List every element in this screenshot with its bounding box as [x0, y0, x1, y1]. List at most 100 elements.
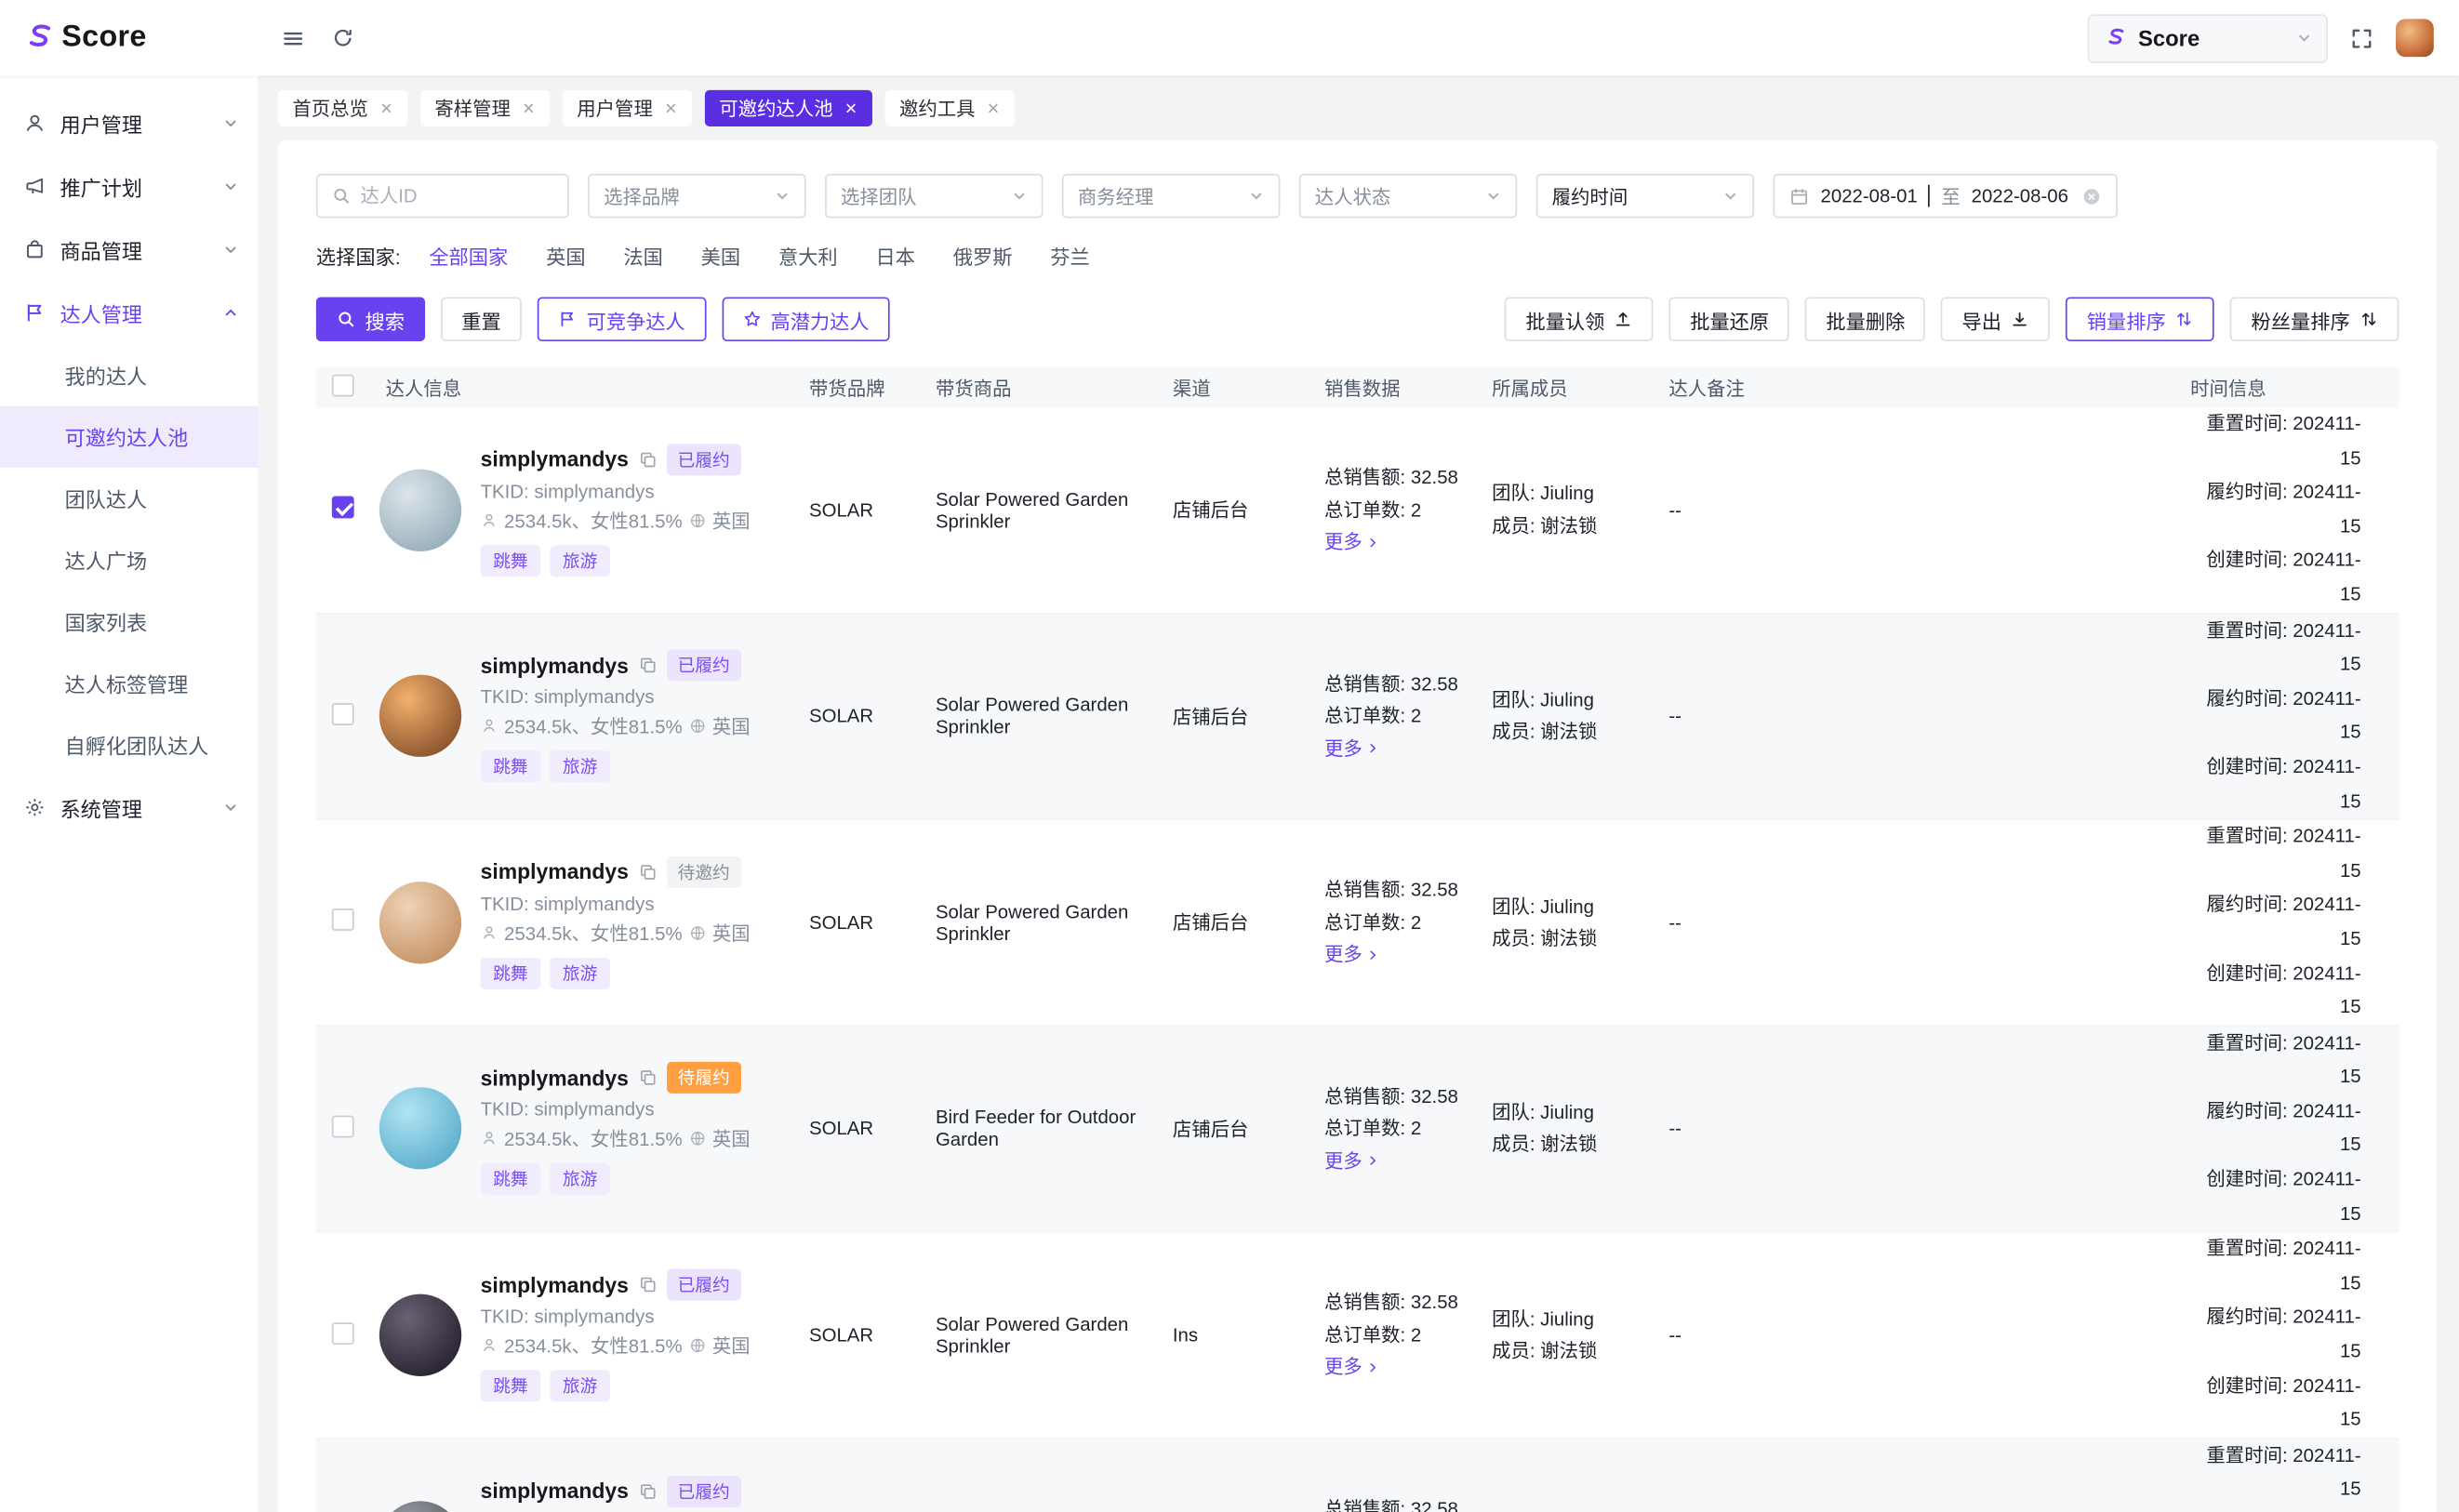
- sidebar-item-invitable-talent-pool[interactable]: 可邀约达人池: [0, 406, 258, 468]
- talent-id-input[interactable]: [360, 185, 552, 207]
- search-button[interactable]: 搜索: [316, 297, 425, 341]
- sidebar-item-label: 用户管理: [60, 108, 142, 138]
- more-link[interactable]: 更多: [1324, 733, 1467, 765]
- high-potential-talent-button[interactable]: 高潜力达人: [722, 297, 890, 341]
- close-icon[interactable]: [664, 101, 678, 115]
- sidebar-item-user-management[interactable]: 用户管理: [0, 92, 258, 155]
- close-icon[interactable]: [522, 101, 536, 115]
- tab-invitation-tools[interactable]: 邀约工具: [885, 90, 1015, 126]
- workspace-select[interactable]: Score: [2088, 13, 2328, 62]
- batch-delete-button[interactable]: 批量删除: [1805, 297, 1925, 341]
- sidebar-item-promotion-plan[interactable]: 推广计划: [0, 155, 258, 219]
- chevron-down-icon: [2296, 30, 2312, 46]
- country-option-italy[interactable]: 意大利: [778, 240, 838, 270]
- country-option-japan[interactable]: 日本: [875, 240, 915, 270]
- col-header-channel: 渠道: [1160, 374, 1311, 401]
- button-label: 批量还原: [1690, 304, 1769, 334]
- date-range-picker[interactable]: 2022-08-01 至 2022-08-06: [1774, 174, 2118, 219]
- talent-name: simplymandys: [481, 1067, 629, 1090]
- time-fulfill: 履约时间: 202411-15: [2190, 1507, 2361, 1512]
- copy-icon[interactable]: [638, 657, 657, 675]
- fulfillment-time-select[interactable]: 履约时间: [1536, 174, 1754, 219]
- close-icon[interactable]: [844, 101, 857, 115]
- talent-tkid: TKID: simplymandys: [481, 893, 751, 915]
- row-checkbox[interactable]: [332, 1116, 354, 1138]
- talent-stats: 2534.5k、女性81.5% 英国: [481, 713, 751, 740]
- sidebar: 用户管理 推广计划 商品管理: [0, 76, 258, 1512]
- country-option-uk[interactable]: 英国: [546, 240, 586, 270]
- sidebar-item-talent-management[interactable]: 达人管理: [0, 281, 258, 344]
- status-select[interactable]: 达人状态: [1299, 174, 1517, 219]
- sidebar-item-talent-tag-management[interactable]: 达人标签管理: [0, 653, 258, 714]
- competitive-talent-button[interactable]: 可竞争达人: [538, 297, 706, 341]
- hamburger-menu-icon[interactable]: [281, 26, 304, 49]
- talent-country: 英国: [712, 1333, 751, 1359]
- copy-icon[interactable]: [638, 1481, 657, 1500]
- select-value: 选择团队: [841, 182, 917, 209]
- content-card: 选择品牌 选择团队 商务经理 达人状态 履约时间: [278, 140, 2437, 1512]
- sales-amount: 总销售额: 32.58: [1324, 1287, 1467, 1320]
- time-reset: 重置时间: 202411-15: [2190, 1439, 2361, 1507]
- sales-sort-button[interactable]: 销量排序: [2067, 297, 2215, 341]
- country-option-usa[interactable]: 美国: [701, 240, 741, 270]
- brand-cell: SOLAR: [796, 1324, 923, 1346]
- row-checkbox[interactable]: [332, 1321, 354, 1344]
- country-option-all[interactable]: 全部国家: [429, 240, 508, 270]
- country-option-finland[interactable]: 芬兰: [1050, 240, 1090, 270]
- team-select[interactable]: 选择团队: [825, 174, 1043, 219]
- row-checkbox[interactable]: [332, 909, 354, 932]
- sidebar-item-product-management[interactable]: 商品管理: [0, 218, 258, 281]
- brand-select[interactable]: 选择品牌: [588, 174, 805, 219]
- time-cell: 重置时间: 202411-15 履约时间: 202411-15 创建时间: 20…: [2178, 1027, 2399, 1231]
- followers-icon: [481, 924, 498, 942]
- select-value: 达人状态: [1315, 182, 1391, 209]
- batch-claim-button[interactable]: 批量认领: [1505, 297, 1654, 341]
- country-option-russia[interactable]: 俄罗斯: [953, 240, 1013, 270]
- more-link[interactable]: 更多: [1324, 526, 1467, 559]
- button-label: 导出: [1962, 304, 2002, 334]
- sidebar-item-self-incubated-team-talents[interactable]: 自孵化团队达人: [0, 714, 258, 776]
- refresh-icon[interactable]: [332, 27, 354, 49]
- reset-button[interactable]: 重置: [441, 297, 522, 341]
- tab-invitable-talent-pool[interactable]: 可邀约达人池: [705, 90, 872, 126]
- copy-icon[interactable]: [638, 450, 657, 469]
- tag-chip: 旅游: [550, 751, 610, 783]
- tag-chip: 旅游: [550, 545, 610, 577]
- sidebar-item-talent-plaza[interactable]: 达人广场: [0, 529, 258, 590]
- batch-restore-button[interactable]: 批量还原: [1669, 297, 1789, 341]
- user-avatar[interactable]: [2396, 19, 2434, 57]
- fans-sort-button[interactable]: 粉丝量排序: [2230, 297, 2399, 341]
- sidebar-item-team-talents[interactable]: 团队达人: [0, 468, 258, 529]
- fullscreen-icon[interactable]: [2350, 26, 2373, 49]
- avatar: [379, 675, 461, 757]
- talent-tags: 跳舞旅游: [481, 545, 751, 577]
- country-option-france[interactable]: 法国: [623, 240, 663, 270]
- more-link[interactable]: 更多: [1324, 1351, 1467, 1384]
- table-row: simplymandys 待邀约 TKID: simplymandys 2534…: [316, 820, 2399, 1027]
- close-icon[interactable]: [379, 101, 393, 115]
- chevron-down-icon: [1485, 188, 1501, 204]
- row-checkbox[interactable]: [332, 497, 354, 519]
- sidebar-item-system-management[interactable]: 系统管理: [0, 776, 258, 839]
- select-all-checkbox[interactable]: [332, 374, 354, 396]
- copy-icon[interactable]: [638, 1068, 657, 1087]
- sidebar-item-my-talents[interactable]: 我的达人: [0, 344, 258, 405]
- clear-icon[interactable]: [2081, 186, 2102, 206]
- more-link[interactable]: 更多: [1324, 939, 1467, 972]
- export-button[interactable]: 导出: [1941, 297, 2050, 341]
- copy-icon[interactable]: [638, 1275, 657, 1293]
- tab-home-overview[interactable]: 首页总览: [278, 90, 407, 126]
- row-checkbox[interactable]: [332, 703, 354, 725]
- time-reset: 重置时间: 202411-15: [2190, 820, 2361, 888]
- channel-cell: 店铺后台: [1160, 497, 1311, 524]
- tab-user-management[interactable]: 用户管理: [563, 90, 692, 126]
- tag-chip: 跳舞: [481, 545, 541, 577]
- more-link[interactable]: 更多: [1324, 1145, 1467, 1177]
- tag-chip: 旅游: [550, 958, 610, 989]
- sidebar-item-country-list[interactable]: 国家列表: [0, 591, 258, 653]
- brand-cell: SOLAR: [796, 705, 923, 727]
- copy-icon[interactable]: [638, 863, 657, 882]
- manager-select[interactable]: 商务经理: [1062, 174, 1280, 219]
- tab-sample-management[interactable]: 寄样管理: [420, 90, 550, 126]
- close-icon[interactable]: [986, 101, 1000, 115]
